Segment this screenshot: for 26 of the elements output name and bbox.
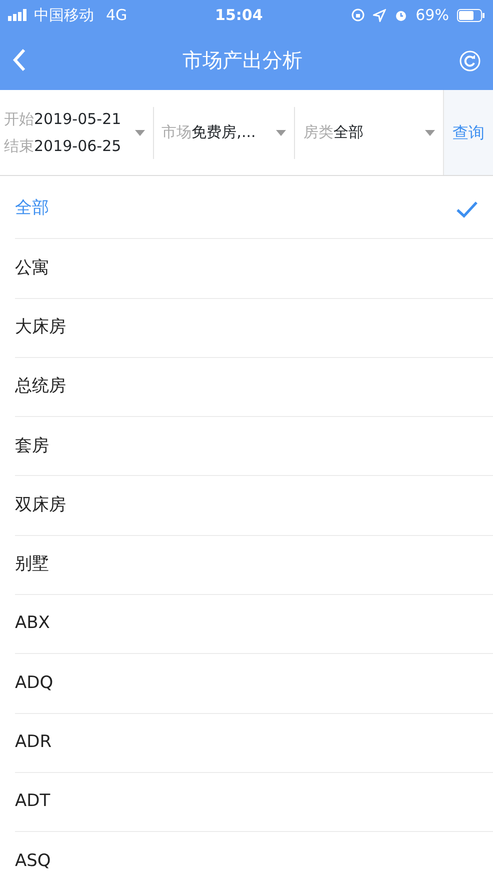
option-row[interactable]: ADT — [15, 772, 493, 832]
option-row[interactable]: 双床房 — [15, 476, 493, 536]
option-row[interactable]: 别墅 — [15, 536, 493, 596]
market-dropdown[interactable]: 市场免费房,... — [154, 121, 294, 144]
option-row[interactable]: ADQ — [15, 654, 493, 714]
option-row[interactable]: 公寓 — [15, 239, 493, 299]
location-icon — [372, 8, 386, 22]
rotation-lock-icon — [350, 8, 365, 22]
room-type-dropdown[interactable]: 房类全部 — [295, 121, 444, 144]
option-row[interactable]: 套房 — [15, 417, 493, 476]
checkmark-icon — [456, 200, 478, 218]
network-type: 4G — [106, 4, 128, 26]
option-row[interactable]: 总统房 — [15, 358, 493, 418]
battery-percent: 69% — [416, 4, 449, 26]
alarm-icon — [394, 8, 408, 22]
option-row[interactable]: 大床房 — [15, 298, 493, 358]
option-row[interactable]: ABX — [15, 595, 493, 654]
page-title: 市场产出分析 — [182, 47, 302, 74]
option-row[interactable]: ADR — [15, 714, 493, 773]
date-range-selector[interactable]: 开始2019-05-21 结束2019-06-25 — [0, 108, 153, 157]
battery-icon — [456, 8, 485, 22]
carrier-name: 中国移动 — [34, 4, 94, 26]
clock-time: 15:04 — [215, 4, 263, 26]
option-row[interactable]: ASQ — [15, 832, 493, 878]
refresh-button[interactable] — [459, 48, 481, 72]
back-button[interactable] — [12, 48, 26, 72]
